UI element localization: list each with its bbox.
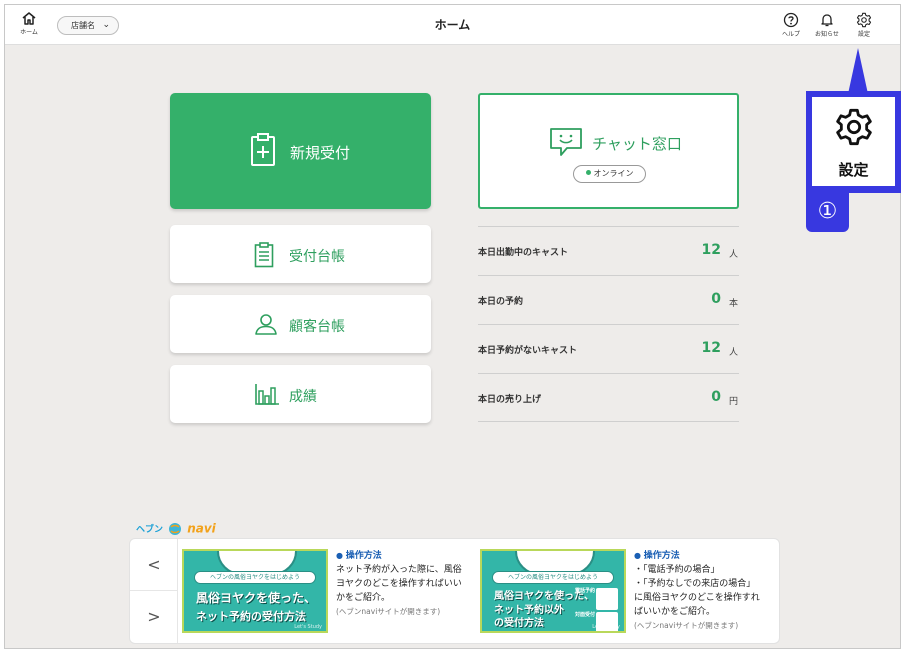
- navi-card-description[interactable]: ● 操作方法 ネット予約が入った際に、風俗 ヨヤクのどこを操作すればいい かをご…: [336, 549, 476, 619]
- thumbnail-title-3: の受付方法: [494, 618, 544, 629]
- stat-row: 本日予約がないキャスト 12 人: [478, 324, 739, 373]
- stat-unit: 円: [728, 397, 738, 407]
- carousel-prev-button[interactable]: <: [130, 539, 178, 591]
- notice-button[interactable]: お知らせ: [813, 12, 841, 38]
- stat-value: 12: [701, 242, 721, 258]
- reception-ledger-button[interactable]: 受付台帳: [170, 225, 431, 283]
- callout-label: 設定: [838, 161, 869, 179]
- phone-tag: 電話予約: [574, 588, 595, 594]
- performance-label: 成績: [289, 389, 317, 405]
- navi-logo-text-a: ヘブン: [136, 525, 164, 535]
- navi-card-line: に風俗ヨヤクのどこを操作すれ: [634, 593, 760, 603]
- chat-window-card[interactable]: チャット窓口 オンライン: [478, 93, 739, 209]
- globe-logo-icon: [169, 522, 182, 535]
- stat-value: 12: [701, 340, 721, 356]
- home-label: ホーム: [20, 29, 38, 36]
- clipboard-plus-icon: [251, 133, 275, 166]
- navi-card-line: ネット予約が入った際に、風俗: [336, 565, 462, 575]
- stat-value: 0: [711, 291, 721, 307]
- walkin-tag: 対面受付: [574, 612, 595, 618]
- gear-icon: [856, 12, 872, 28]
- reception-ledger-label: 受付台帳: [289, 249, 345, 265]
- stat-row: 本日出勤中のキャスト 12 人: [478, 226, 739, 275]
- performance-button[interactable]: 成績: [170, 365, 431, 423]
- thumbnail-title-1: 風俗ヨヤクを使った、: [196, 591, 317, 605]
- phone-icon: 電話予約: [575, 588, 618, 610]
- customer-ledger-button[interactable]: 顧客台帳: [170, 295, 431, 353]
- user-icon: [255, 314, 277, 335]
- navi-card-line: かをご紹介。: [336, 593, 391, 603]
- chat-bubble-icon: [550, 128, 582, 156]
- clipboard-list-icon: [254, 242, 274, 268]
- settings-button[interactable]: 設定: [850, 12, 878, 38]
- navi-card-thumbnail[interactable]: ヘブンの風俗ヨヤクをはじめよう 風俗ヨヤクを使った、 ネット予約の受付方法 Le…: [182, 549, 328, 633]
- online-dot-icon: [585, 170, 591, 175]
- navi-card-description[interactable]: ● 操作方法 ・「電話予約の場合」 ・「予約なしでの来店の場合」 に風俗ヨヤクの…: [634, 549, 776, 633]
- callout-step-number: ①: [806, 193, 849, 232]
- store-select-value: 店舗名: [71, 21, 95, 30]
- customer-ledger-label: 顧客台帳: [289, 319, 345, 335]
- stat-unit: 人: [728, 250, 738, 260]
- stat-label: 本日出勤中のキャスト: [478, 248, 569, 258]
- navi-card-heading: ● 操作方法: [634, 549, 776, 563]
- callout-pointer: [848, 48, 868, 94]
- help-label: ヘルプ: [781, 31, 800, 38]
- settings-callout: 設定: [806, 91, 901, 193]
- stat-value: 0: [711, 389, 721, 405]
- heaven-navi-logo: ヘブン navi: [136, 518, 216, 536]
- carousel-arrows: < >: [130, 539, 178, 643]
- navi-card-heading-text: 操作方法: [345, 551, 382, 561]
- bar-chart-icon: [255, 384, 279, 405]
- navi-card-heading-text: 操作方法: [643, 551, 680, 561]
- carousel-next-button[interactable]: >: [130, 591, 178, 643]
- store-select[interactable]: 店舗名 ⌄: [57, 16, 119, 35]
- notice-label: お知らせ: [815, 31, 839, 38]
- navi-card-heading: ● 操作方法: [336, 549, 476, 563]
- new-reception-button[interactable]: 新規受付: [170, 93, 431, 209]
- navi-logo-text-b: navi: [187, 521, 216, 536]
- navi-card-line: ばいいかをご紹介。: [634, 607, 716, 617]
- app-frame: ホーム 店舗名 ⌄ ホーム ヘルプ お知らせ 設定 新規受付 受付台帳 顧客台帳…: [4, 4, 901, 649]
- stat-label: 本日予約がないキャスト: [478, 346, 578, 356]
- navi-card-thumbnail[interactable]: ヘブンの風俗ヨヤクをはじめよう 風俗ヨヤクを使った、 ネット予約以外 の受付方法…: [480, 549, 626, 633]
- online-status-text: オンライン: [593, 169, 634, 178]
- home-icon: [22, 12, 36, 25]
- settings-label: 設定: [857, 31, 870, 38]
- bell-icon: [821, 14, 833, 27]
- stat-unit: 本: [728, 299, 738, 309]
- chat-window-label: チャット窓口: [592, 135, 682, 153]
- today-stats: 本日出勤中のキャスト 12 人 本日の予約 0 本 本日予約がないキャスト 12…: [478, 226, 739, 422]
- navi-card-line: ・「予約なしでの来店の場合」: [634, 579, 756, 589]
- navi-card-line: ヨヤクのどこを操作すればいい: [336, 579, 462, 589]
- navi-banner-carousel: < > ヘブンの風俗ヨヤクをはじめよう 風俗ヨヤクを使った、 ネット予約の受付方…: [129, 538, 780, 644]
- thumbnail-pill: ヘブンの風俗ヨヤクをはじめよう: [492, 571, 614, 584]
- stat-unit: 人: [728, 348, 738, 358]
- chevron-down-icon: ⌄: [102, 20, 110, 30]
- bullet-icon: ●: [336, 551, 346, 560]
- chevron-left-icon: <: [147, 555, 161, 574]
- help-icon: [783, 12, 799, 28]
- top-header: ホーム 店舗名 ⌄ ホーム ヘルプ お知らせ 設定: [5, 5, 900, 45]
- settings-callout-inner: 設定: [812, 97, 895, 186]
- help-button[interactable]: ヘルプ: [777, 12, 805, 38]
- thumbnail-title-2: ネット予約の受付方法: [196, 610, 306, 623]
- chevron-right-icon: >: [147, 607, 161, 626]
- gear-icon: [836, 108, 872, 146]
- navi-card-note: (ヘブンnaviサイトが開きます): [336, 607, 441, 616]
- bullet-icon: ●: [634, 551, 644, 560]
- page-title: ホーム: [434, 18, 471, 32]
- navi-card-line: ・「電話予約の場合」: [634, 565, 720, 575]
- thumbnail-sub: Let's Study: [592, 624, 620, 630]
- stat-label: 本日の予約: [478, 297, 524, 307]
- stat-row: 本日の予約 0 本: [478, 275, 739, 324]
- thumbnail-pill: ヘブンの風俗ヨヤクをはじめよう: [194, 571, 316, 584]
- new-reception-label: 新規受付: [290, 144, 351, 162]
- home-nav-button[interactable]: ホーム: [17, 11, 41, 36]
- navi-card-note: (ヘブンnaviサイトが開きます): [634, 621, 739, 630]
- stat-row: 本日の売り上げ 0 円: [478, 373, 739, 422]
- online-status-badge: オンライン: [573, 165, 646, 183]
- thumbnail-sub: Let's Study: [294, 624, 322, 630]
- stat-label: 本日の売り上げ: [478, 395, 542, 405]
